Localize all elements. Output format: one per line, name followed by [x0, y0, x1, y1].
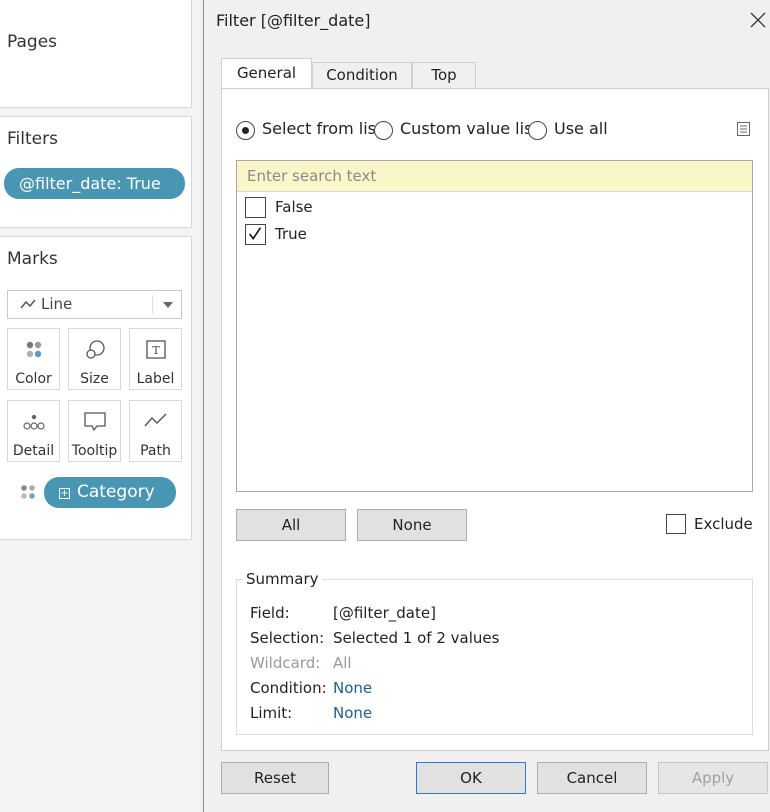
line-chart-icon — [20, 299, 36, 309]
list-item[interactable]: False — [245, 196, 545, 218]
search-input[interactable] — [237, 161, 752, 192]
radio-label: Use all — [554, 119, 608, 138]
tab-condition[interactable]: Condition — [312, 62, 412, 89]
path-label: Path — [140, 443, 171, 459]
exclude-label: Exclude — [694, 515, 753, 533]
shelves-panel: Pages Filters @filter_date: True Marks L… — [0, 0, 200, 812]
color-label: Color — [15, 371, 52, 387]
cancel-button[interactable]: Cancel — [537, 762, 647, 794]
list-menu-icon[interactable] — [737, 122, 750, 136]
label-text-icon: T — [146, 340, 166, 359]
checkbox[interactable] — [666, 514, 686, 534]
checkbox[interactable] — [245, 197, 266, 218]
path-line-icon — [144, 413, 167, 427]
filter-dialog: Filter [@filter_date] General Condition … — [203, 0, 770, 812]
summary-value: Selected 1 of 2 values — [333, 629, 500, 647]
pages-title: Pages — [7, 32, 58, 52]
tooltip-label: Tooltip — [71, 443, 118, 459]
detail-label: Detail — [12, 443, 55, 459]
list-item-label: False — [275, 198, 313, 216]
summary-legend: Summary — [243, 570, 322, 588]
marks-title: Marks — [7, 249, 58, 269]
apply-button[interactable]: Apply — [658, 762, 768, 794]
pages-card[interactable]: Pages — [0, 0, 192, 108]
size-button[interactable]: Size — [68, 328, 121, 390]
color-dots-icon — [26, 341, 42, 358]
svg-text:T: T — [152, 344, 160, 357]
filters-title: Filters — [7, 129, 58, 149]
checkbox[interactable] — [245, 224, 266, 245]
color-dots-icon — [21, 485, 35, 499]
checkmark-icon — [248, 227, 262, 240]
summary-key: Selection: — [250, 629, 325, 647]
condition-link[interactable]: None — [333, 679, 372, 697]
filter-pill[interactable]: @filter_date: True — [4, 168, 185, 199]
path-button[interactable]: Path — [129, 400, 182, 462]
size-circles-icon — [86, 340, 105, 359]
radio-label: Select from list — [262, 119, 383, 138]
summary-key: Condition: — [250, 679, 327, 697]
mark-type-label: Line — [41, 295, 73, 313]
values-list: False True — [236, 160, 753, 492]
limit-link[interactable]: None — [333, 704, 372, 722]
tooltip-bubble-icon — [84, 412, 106, 432]
radio-circle[interactable] — [528, 121, 547, 140]
expand-plus-icon[interactable]: + — [59, 488, 70, 499]
list-item-label: True — [275, 225, 307, 243]
none-button[interactable]: None — [357, 509, 467, 541]
marks-card: Marks Line Color Size T Label Detail Too… — [0, 236, 192, 540]
radio-label: Custom value list — [400, 119, 539, 138]
summary-key: Limit: — [250, 704, 293, 722]
summary-value: All — [333, 654, 352, 672]
color-button[interactable]: Color — [7, 328, 60, 390]
general-tab-panel: Select from list Custom value list Use a… — [221, 88, 769, 751]
category-pill[interactable]: + Category — [44, 477, 176, 508]
summary-value: [@filter_date] — [333, 604, 436, 622]
all-button[interactable]: All — [236, 509, 346, 541]
close-icon[interactable] — [748, 10, 768, 30]
list-item[interactable]: True — [245, 223, 545, 245]
detail-button[interactable]: Detail — [7, 400, 60, 462]
mark-type-dropdown[interactable]: Line — [7, 290, 182, 319]
chevron-down-icon — [163, 302, 173, 308]
category-pill-label: Category — [77, 482, 155, 502]
tab-top[interactable]: Top — [412, 62, 476, 89]
tooltip-button[interactable]: Tooltip — [68, 400, 121, 462]
filters-card[interactable]: Filters @filter_date: True — [0, 116, 192, 228]
summary-group: Summary Field: [@filter_date] Selection:… — [236, 570, 753, 735]
tab-general[interactable]: General — [221, 58, 312, 89]
radio-circle[interactable] — [374, 121, 393, 140]
reset-button[interactable]: Reset — [221, 762, 329, 794]
size-label: Size — [80, 371, 109, 387]
dialog-title: Filter [@filter_date] — [216, 11, 371, 30]
detail-dots-icon — [23, 414, 45, 430]
label-label: Label — [136, 371, 175, 387]
radio-circle[interactable] — [236, 121, 255, 140]
summary-key: Wildcard: — [250, 654, 321, 672]
dropdown-divider — [152, 295, 153, 314]
summary-key: Field: — [250, 604, 290, 622]
label-button[interactable]: T Label — [129, 328, 182, 390]
ok-button[interactable]: OK — [416, 762, 526, 794]
